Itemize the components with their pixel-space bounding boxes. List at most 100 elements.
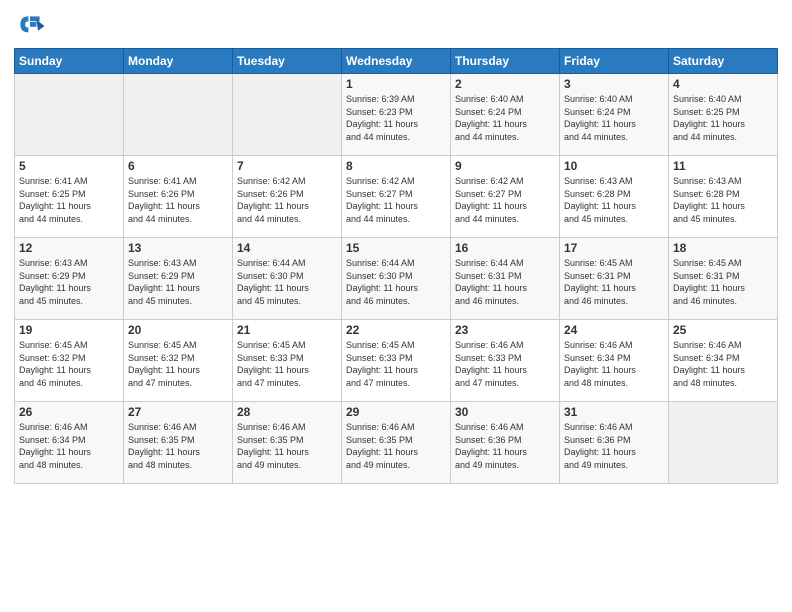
day-number: 29 — [346, 405, 446, 419]
calendar-week-1: 5 Sunrise: 6:41 AM Sunset: 6:25 PM Daylig… — [15, 156, 778, 238]
day-info: Sunrise: 6:42 AM Sunset: 6:27 PM Dayligh… — [346, 175, 446, 225]
calendar-cell: 31 Sunrise: 6:46 AM Sunset: 6:36 PM Dayli… — [560, 402, 669, 484]
calendar: SundayMondayTuesdayWednesdayThursdayFrid… — [14, 48, 778, 484]
calendar-week-2: 12 Sunrise: 6:43 AM Sunset: 6:29 PM Dayli… — [15, 238, 778, 320]
calendar-cell: 16 Sunrise: 6:44 AM Sunset: 6:31 PM Dayli… — [451, 238, 560, 320]
day-number: 27 — [128, 405, 228, 419]
day-info: Sunrise: 6:43 AM Sunset: 6:29 PM Dayligh… — [128, 257, 228, 307]
calendar-weekday-tuesday: Tuesday — [233, 49, 342, 74]
calendar-cell: 3 Sunrise: 6:40 AM Sunset: 6:24 PM Daylig… — [560, 74, 669, 156]
day-info: Sunrise: 6:46 AM Sunset: 6:35 PM Dayligh… — [346, 421, 446, 471]
calendar-cell: 19 Sunrise: 6:45 AM Sunset: 6:32 PM Dayli… — [15, 320, 124, 402]
calendar-cell: 21Sunrise: 6:45 AM Sunset: 6:33 PM Dayli… — [233, 320, 342, 402]
calendar-cell: 15 Sunrise: 6:44 AM Sunset: 6:30 PM Dayli… — [342, 238, 451, 320]
calendar-cell — [233, 74, 342, 156]
calendar-weekday-wednesday: Wednesday — [342, 49, 451, 74]
day-info: Sunrise: 6:42 AM Sunset: 6:26 PM Dayligh… — [237, 175, 337, 225]
day-info: Sunrise: 6:42 AM Sunset: 6:27 PM Dayligh… — [455, 175, 555, 225]
day-info: Sunrise: 6:46 AM Sunset: 6:34 PM Dayligh… — [19, 421, 119, 471]
day-info: Sunrise: 6:46 AM Sunset: 6:34 PM Dayligh… — [564, 339, 664, 389]
day-number: 12 — [19, 241, 119, 255]
calendar-cell: 5 Sunrise: 6:41 AM Sunset: 6:25 PM Daylig… — [15, 156, 124, 238]
day-info: Sunrise: 6:45 AM Sunset: 6:33 PM Dayligh… — [237, 339, 337, 389]
page: SundayMondayTuesdayWednesdayThursdayFrid… — [0, 0, 792, 612]
calendar-cell: 10 Sunrise: 6:43 AM Sunset: 6:28 PM Dayli… — [560, 156, 669, 238]
calendar-cell: 24 Sunrise: 6:46 AM Sunset: 6:34 PM Dayli… — [560, 320, 669, 402]
calendar-cell: 28 Sunrise: 6:46 AM Sunset: 6:35 PM Dayli… — [233, 402, 342, 484]
day-info: Sunrise: 6:46 AM Sunset: 6:35 PM Dayligh… — [237, 421, 337, 471]
calendar-cell: 22 Sunrise: 6:45 AM Sunset: 6:33 PM Dayli… — [342, 320, 451, 402]
day-info: Sunrise: 6:41 AM Sunset: 6:26 PM Dayligh… — [128, 175, 228, 225]
day-number: 1 — [346, 77, 446, 91]
logo-icon — [14, 10, 46, 42]
day-number: 3 — [564, 77, 664, 91]
day-info: Sunrise: 6:46 AM Sunset: 6:36 PM Dayligh… — [455, 421, 555, 471]
day-number: 22 — [346, 323, 446, 337]
day-number: 16 — [455, 241, 555, 255]
calendar-cell: 4Sunrise: 6:40 AM Sunset: 6:25 PM Daylig… — [669, 74, 778, 156]
day-info: Sunrise: 6:44 AM Sunset: 6:31 PM Dayligh… — [455, 257, 555, 307]
calendar-cell: 17Sunrise: 6:45 AM Sunset: 6:31 PM Dayli… — [560, 238, 669, 320]
calendar-cell: 26Sunrise: 6:46 AM Sunset: 6:34 PM Dayli… — [15, 402, 124, 484]
day-number: 24 — [564, 323, 664, 337]
calendar-cell: 9 Sunrise: 6:42 AM Sunset: 6:27 PM Daylig… — [451, 156, 560, 238]
calendar-cell: 8 Sunrise: 6:42 AM Sunset: 6:27 PM Daylig… — [342, 156, 451, 238]
calendar-cell: 6 Sunrise: 6:41 AM Sunset: 6:26 PM Daylig… — [124, 156, 233, 238]
calendar-cell — [15, 74, 124, 156]
day-info: Sunrise: 6:46 AM Sunset: 6:33 PM Dayligh… — [455, 339, 555, 389]
calendar-cell: 23 Sunrise: 6:46 AM Sunset: 6:33 PM Dayli… — [451, 320, 560, 402]
day-info: Sunrise: 6:46 AM Sunset: 6:36 PM Dayligh… — [564, 421, 664, 471]
day-info: Sunrise: 6:40 AM Sunset: 6:24 PM Dayligh… — [564, 93, 664, 143]
day-number: 17 — [564, 241, 664, 255]
calendar-week-4: 26Sunrise: 6:46 AM Sunset: 6:34 PM Dayli… — [15, 402, 778, 484]
day-info: Sunrise: 6:46 AM Sunset: 6:35 PM Dayligh… — [128, 421, 228, 471]
calendar-header-row: SundayMondayTuesdayWednesdayThursdayFrid… — [15, 49, 778, 74]
day-number: 6 — [128, 159, 228, 173]
logo — [14, 10, 50, 42]
day-info: Sunrise: 6:39 AM Sunset: 6:23 PM Dayligh… — [346, 93, 446, 143]
day-number: 20 — [128, 323, 228, 337]
calendar-cell — [124, 74, 233, 156]
calendar-cell: 14Sunrise: 6:44 AM Sunset: 6:30 PM Dayli… — [233, 238, 342, 320]
day-number: 18 — [673, 241, 773, 255]
day-number: 31 — [564, 405, 664, 419]
day-info: Sunrise: 6:40 AM Sunset: 6:25 PM Dayligh… — [673, 93, 773, 143]
day-info: Sunrise: 6:45 AM Sunset: 6:33 PM Dayligh… — [346, 339, 446, 389]
day-number: 28 — [237, 405, 337, 419]
calendar-weekday-saturday: Saturday — [669, 49, 778, 74]
day-number: 15 — [346, 241, 446, 255]
calendar-cell: 13 Sunrise: 6:43 AM Sunset: 6:29 PM Dayli… — [124, 238, 233, 320]
calendar-weekday-thursday: Thursday — [451, 49, 560, 74]
day-number: 2 — [455, 77, 555, 91]
day-info: Sunrise: 6:43 AM Sunset: 6:29 PM Dayligh… — [19, 257, 119, 307]
day-number: 5 — [19, 159, 119, 173]
day-info: Sunrise: 6:45 AM Sunset: 6:31 PM Dayligh… — [673, 257, 773, 307]
calendar-weekday-monday: Monday — [124, 49, 233, 74]
day-info: Sunrise: 6:41 AM Sunset: 6:25 PM Dayligh… — [19, 175, 119, 225]
calendar-cell: 7Sunrise: 6:42 AM Sunset: 6:26 PM Daylig… — [233, 156, 342, 238]
day-number: 9 — [455, 159, 555, 173]
calendar-cell: 11 Sunrise: 6:43 AM Sunset: 6:28 PM Dayli… — [669, 156, 778, 238]
day-info: Sunrise: 6:40 AM Sunset: 6:24 PM Dayligh… — [455, 93, 555, 143]
day-info: Sunrise: 6:45 AM Sunset: 6:32 PM Dayligh… — [19, 339, 119, 389]
day-info: Sunrise: 6:43 AM Sunset: 6:28 PM Dayligh… — [673, 175, 773, 225]
calendar-weekday-sunday: Sunday — [15, 49, 124, 74]
day-number: 10 — [564, 159, 664, 173]
day-number: 8 — [346, 159, 446, 173]
header — [14, 10, 778, 42]
day-number: 30 — [455, 405, 555, 419]
day-number: 19 — [19, 323, 119, 337]
day-info: Sunrise: 6:46 AM Sunset: 6:34 PM Dayligh… — [673, 339, 773, 389]
calendar-cell: 1 Sunrise: 6:39 AM Sunset: 6:23 PM Daylig… — [342, 74, 451, 156]
day-number: 13 — [128, 241, 228, 255]
day-info: Sunrise: 6:44 AM Sunset: 6:30 PM Dayligh… — [237, 257, 337, 307]
calendar-cell: 27 Sunrise: 6:46 AM Sunset: 6:35 PM Dayli… — [124, 402, 233, 484]
calendar-cell: 25Sunrise: 6:46 AM Sunset: 6:34 PM Dayli… — [669, 320, 778, 402]
day-number: 11 — [673, 159, 773, 173]
calendar-cell: 12 Sunrise: 6:43 AM Sunset: 6:29 PM Dayli… — [15, 238, 124, 320]
calendar-cell — [669, 402, 778, 484]
day-info: Sunrise: 6:44 AM Sunset: 6:30 PM Dayligh… — [346, 257, 446, 307]
calendar-cell: 2 Sunrise: 6:40 AM Sunset: 6:24 PM Daylig… — [451, 74, 560, 156]
day-number: 23 — [455, 323, 555, 337]
day-info: Sunrise: 6:43 AM Sunset: 6:28 PM Dayligh… — [564, 175, 664, 225]
